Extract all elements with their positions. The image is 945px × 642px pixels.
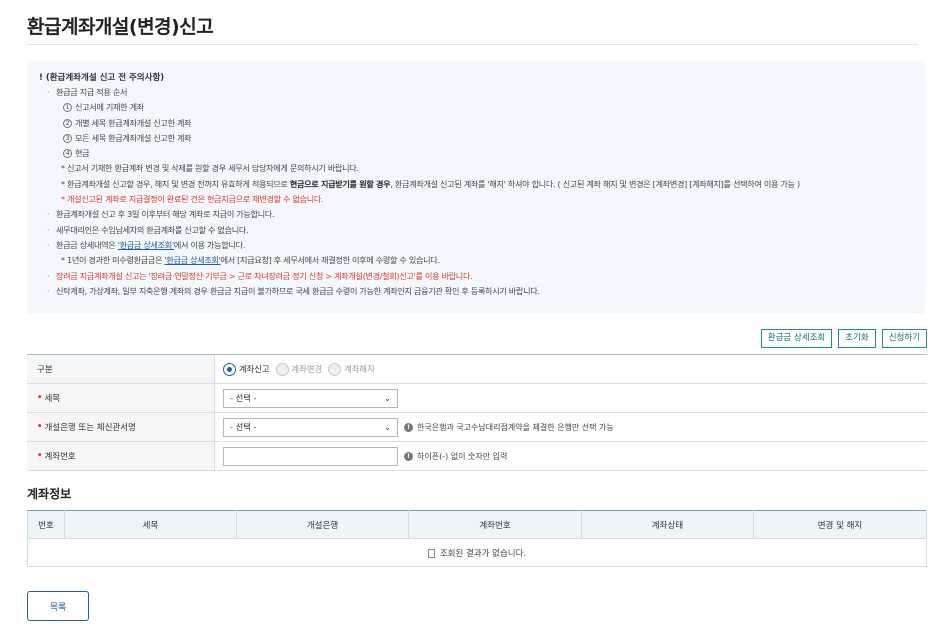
account-hint: ! 하이픈(-) 없이 숫자만 입력 — [404, 451, 507, 462]
account-info-title: 계좌정보 — [27, 487, 72, 501]
refund-detail-button[interactable]: 환급금 상세조회 — [760, 329, 833, 348]
type-label: 구분 — [27, 355, 215, 383]
title-divider — [27, 44, 918, 45]
page-title: 환급계좌개설(변경)신고 — [27, 16, 214, 38]
col-header-bank: 개설은행 — [236, 510, 409, 539]
document-icon — [427, 548, 435, 558]
tax-label: • 세목 — [27, 384, 215, 412]
notice-bullet-4: 환급금 상세내역은 '환급금 상세조회'에서 이용 가능합니다. — [39, 240, 913, 255]
tax-select[interactable]: - 선택 - ⌄ — [223, 388, 398, 408]
account-info-table: 번호 세목 개설은행 계좌번호 계좌상태 변경 및 해지 조회된 결과가 없습니… — [27, 510, 927, 567]
form-row-account: • 계좌번호 ! 하이픈(-) 없이 숫자만 입력 — [27, 442, 927, 471]
radio-disabled-icon — [328, 362, 342, 376]
notice-star-2: * 환급계좌개설 신고할 경우, 해지 및 변경 전까지 유효하게 적용되므로 … — [61, 178, 800, 189]
info-icon: ! — [404, 451, 413, 461]
notice-heading: ! (환급계좌개설 신고 전 주의사항) — [39, 73, 165, 83]
notice-order-item-3: 3 모든 세목 환급계좌개설 신고한 계좌 — [39, 133, 913, 148]
notice-bullet-5: 장려금 지급계좌개설 신고는 '장려금·연말정산·기부금 > 근로·자녀장려금 … — [39, 271, 913, 286]
col-header-change: 변경 및 해지 — [753, 510, 927, 539]
radio-account-change[interactable]: 계좌변경 — [275, 362, 322, 376]
reset-button[interactable]: 초기화 — [838, 329, 876, 348]
chevron-down-icon: ⌄ — [384, 422, 391, 432]
radio-disabled-icon — [275, 362, 289, 376]
notice-star-3: * 개설신고된 계좌로 지급결정이 완료된 건은 현금지급으로 재변경할 수 없… — [61, 194, 324, 205]
col-header-no: 번호 — [27, 510, 65, 539]
action-buttons: 환급금 상세조회 초기화 신청하기 — [760, 329, 927, 348]
radio-selected-icon — [223, 362, 236, 376]
col-header-status: 계좌상태 — [581, 510, 754, 539]
notice-star-1: * 신고서 기재한 환급계좌 변경 및 삭제를 원할 경우 세무서 담당자에게 … — [61, 163, 359, 174]
empty-message: 조회된 결과가 없습니다. — [439, 548, 527, 559]
notice-order-title: 환급금 지급 적용 순서 — [39, 87, 913, 102]
col-header-account: 계좌번호 — [408, 510, 582, 539]
apply-button[interactable]: 신청하기 — [881, 329, 927, 348]
account-form: 구분 계좌신고 계좌변경 계좌해지 • 세목 - 선택 - ⌄ • 개설은행 또는 체… — [27, 354, 927, 471]
form-row-tax: • 세목 - 선택 - ⌄ — [27, 384, 927, 413]
notice-box: ! (환급계좌개설 신고 전 주의사항) 환급금 지급 적용 순서 1신고서에 … — [27, 61, 925, 314]
bank-select[interactable]: - 선택 - ⌄ — [223, 417, 398, 437]
notice-star-4: * 1년이 경과한 미수령환급금은 '환급금 상세조회'에서 [지급요청] 후 … — [61, 255, 440, 266]
notice-order-item-2: 2 개별 세목 환급계좌개설 신고한 계좌 — [39, 118, 913, 133]
info-icon: ! — [404, 422, 413, 432]
notice-bullet-2: 환급계좌개설 신고 후 3일 이후부터 해당 계좌로 지급이 가능합니다. — [39, 209, 913, 224]
table-row-empty: 조회된 결과가 없습니다. — [27, 538, 927, 567]
form-row-type: 구분 계좌신고 계좌변경 계좌해지 — [27, 355, 927, 384]
radio-account-cancel[interactable]: 계좌해지 — [328, 362, 375, 376]
account-number-input[interactable] — [223, 446, 398, 466]
notice-bullet-3: 세무대리인은 수임납세자의 환급계좌를 신고할 수 없습니다. — [39, 225, 913, 240]
refund-detail-link[interactable]: '환급금 상세조회' — [118, 240, 174, 250]
notice-order-item-4: 4 현금 — [39, 148, 913, 163]
account-label: • 계좌번호 — [27, 442, 215, 470]
notice-bullet-6: 신탁계좌, 가상계좌, 일부 지축은행 계좌의 경우 환급금 지급이 불가하므로… — [39, 286, 913, 301]
notice-order-item-1: 1 신고서에 기재한 계좌 — [39, 102, 913, 117]
bank-hint: ! 한국은행과 국고수납대리점계약을 체결한 은행만 선택 가능 — [404, 422, 614, 433]
bank-label: • 개설은행 또는 체신관서명 — [27, 413, 215, 441]
refund-detail-link-2[interactable]: '환급금 상세조회' — [164, 255, 220, 265]
form-row-bank: • 개설은행 또는 체신관서명 - 선택 - ⌄ ! 한국은행과 국고수납대리점계약을… — [27, 413, 927, 442]
radio-account-register[interactable]: 계좌신고 — [223, 362, 270, 376]
col-header-tax: 세목 — [64, 510, 237, 539]
list-button[interactable]: 목록 — [27, 591, 89, 621]
chevron-down-icon: ⌄ — [384, 393, 391, 403]
